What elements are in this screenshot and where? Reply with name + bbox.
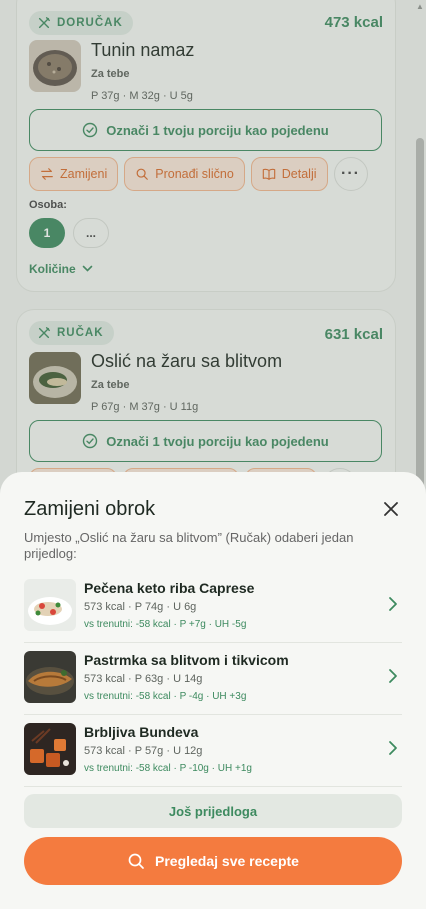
suggestion-item[interactable]: Brbljiva Bundeva 573 kcal · P 57g · U 12…: [24, 715, 402, 787]
replace-meal-sheet: Zamijeni obrok Umjesto „Oslić na žaru sa…: [0, 472, 426, 909]
suggestion-thumbnail: [24, 579, 76, 631]
chevron-right-icon: [389, 741, 397, 755]
suggestion-thumbnail: [24, 723, 76, 775]
suggestion-item[interactable]: Pastrmka sa blitvom i tikvicom 573 kcal …: [24, 643, 402, 715]
suggestion-macros: 573 kcal · P 57g · U 12g: [84, 745, 203, 757]
chevron-right-icon: [389, 669, 397, 683]
chevron-right-icon: [389, 597, 397, 611]
close-icon[interactable]: [382, 500, 400, 518]
suggestion-macros: 573 kcal · P 74g · U 6g: [84, 601, 197, 613]
suggestion-name: Brbljiva Bundeva: [84, 724, 199, 740]
browse-recipes-button[interactable]: Pregledaj sve recepte: [24, 837, 402, 885]
suggestion-diff: vs trenutni: -58 kcal · P +7g · UH -5g: [84, 619, 247, 630]
browse-recipes-label: Pregledaj sve recepte: [155, 853, 299, 869]
more-suggestions-button[interactable]: Još prijedloga: [24, 794, 402, 828]
suggestion-item[interactable]: Pečena keto riba Caprese 573 kcal · P 74…: [24, 571, 402, 643]
suggestion-thumbnail: [24, 651, 76, 703]
scroll-up-arrow-icon[interactable]: ▲: [415, 2, 425, 12]
search-icon: [128, 853, 144, 869]
sheet-title: Zamijeni obrok: [24, 498, 156, 520]
sheet-description: Umjesto „Oslić na žaru sa blitvom” (Ruča…: [24, 530, 354, 561]
suggestion-name: Pečena keto riba Caprese: [84, 580, 255, 596]
suggestion-name: Pastrmka sa blitvom i tikvicom: [84, 652, 289, 668]
suggestion-macros: 573 kcal · P 63g · U 14g: [84, 673, 203, 685]
suggestion-diff: vs trenutni: -58 kcal · P -10g · UH +1g: [84, 763, 252, 774]
suggestion-diff: vs trenutni: -58 kcal · P -4g · UH +3g: [84, 691, 247, 702]
